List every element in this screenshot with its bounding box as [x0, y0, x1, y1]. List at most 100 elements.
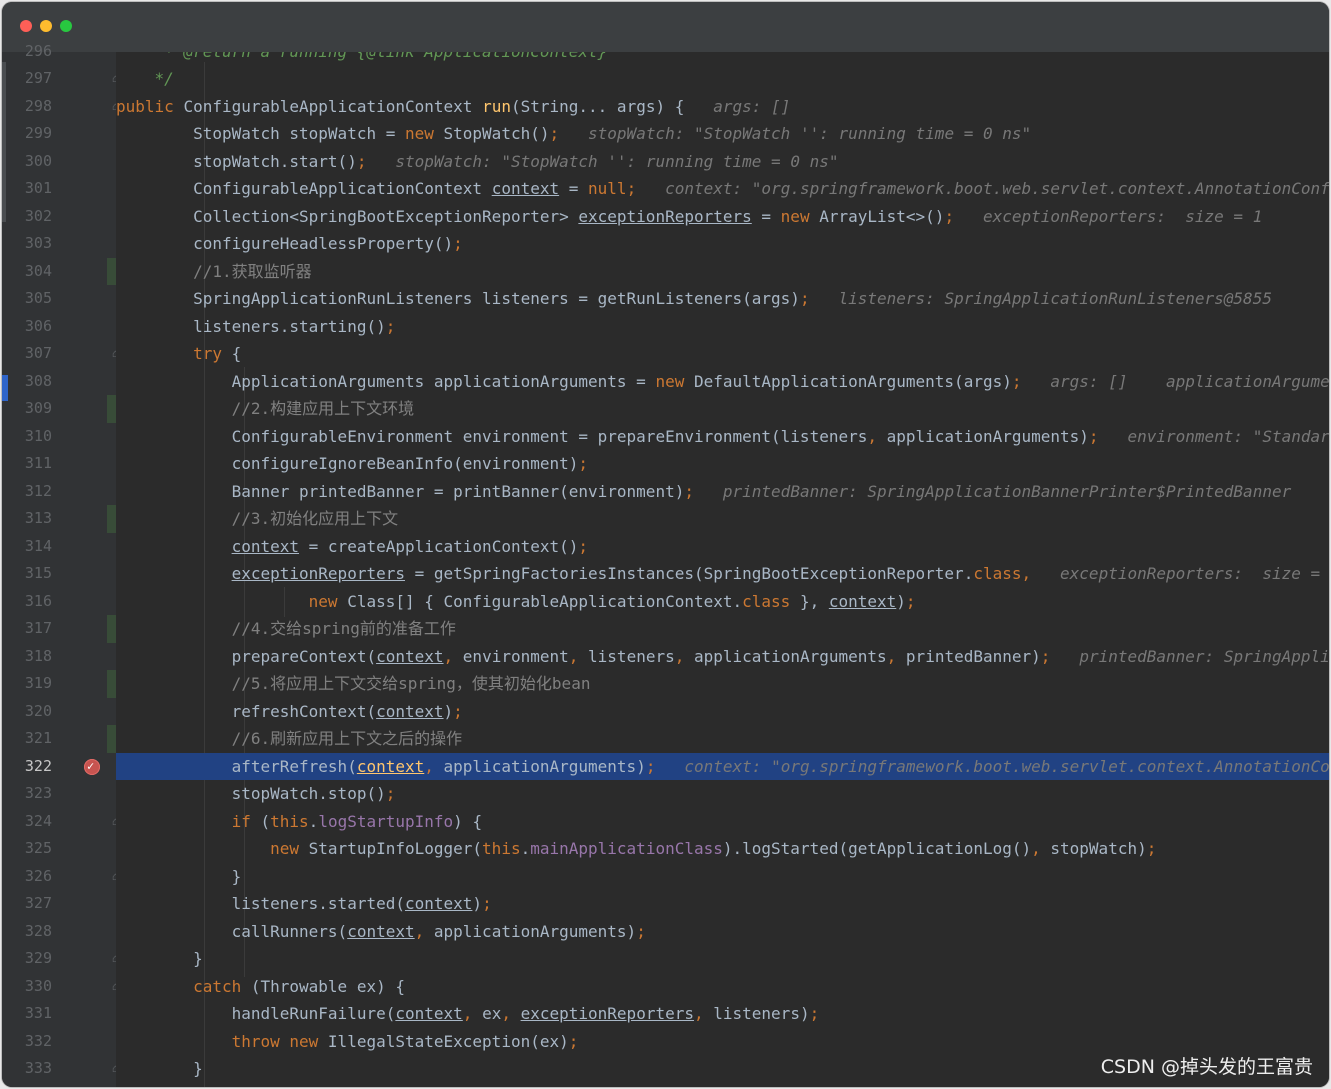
code-token: . — [308, 811, 319, 831]
code-line[interactable]: configureIgnoreBeanInfo(environment); — [116, 450, 1329, 478]
line-number: 297 — [24, 69, 52, 87]
code-line[interactable]: prepareContext(context, environment, lis… — [116, 643, 1329, 671]
code-line[interactable]: new Class[] { ConfigurableApplicationCon… — [116, 588, 1329, 616]
code-line[interactable]: new StartupInfoLogger(this.mainApplicati… — [116, 835, 1329, 863]
close-window-button[interactable] — [20, 20, 32, 32]
code-line[interactable]: callRunners(context, applicationArgument… — [116, 918, 1329, 946]
code-token: ) — [896, 591, 906, 611]
code-token: new — [289, 1031, 328, 1051]
code-token: printedBanner) — [905, 646, 1041, 666]
line-number: 319 — [24, 674, 52, 692]
code-token: mainApplicationClass — [530, 839, 723, 858]
code-line[interactable]: throw new IllegalStateException(ex); — [116, 1028, 1329, 1056]
code-token: class — [742, 591, 800, 611]
code-token: ; — [636, 921, 646, 941]
code-line[interactable]: exceptionReporters = getSpringFactoriesI… — [116, 560, 1329, 588]
code-line[interactable]: stopWatch.stop(); — [116, 780, 1329, 808]
code-token: Banner printedBanner = printBanner(envir… — [116, 481, 685, 501]
code-token: new — [270, 839, 309, 858]
code-token: , — [867, 426, 887, 446]
code-line[interactable]: handleRunFailure(context, ex, exceptionR… — [116, 1000, 1329, 1028]
code-line[interactable]: //5.将应用上下文交给spring，使其初始化bean — [116, 670, 1329, 698]
code-token: ) — [472, 894, 483, 913]
code-line[interactable]: if (this.logStartupInfo) { — [116, 808, 1329, 836]
code-token: public — [116, 96, 184, 116]
code-token: logStartupInfo — [318, 811, 454, 831]
code-token: context — [356, 756, 425, 776]
line-number: 303 — [24, 234, 52, 252]
code-token: context — [376, 701, 444, 721]
code-token: ; — [1040, 646, 1051, 666]
code-token: = — [751, 206, 781, 226]
code-line[interactable]: */ — [116, 65, 1329, 93]
code-token: ; — [626, 179, 637, 198]
code-line[interactable]: listeners.starting(); — [116, 313, 1329, 341]
code-token: , — [1031, 839, 1051, 858]
code-token: try — [193, 344, 232, 363]
code-token: //4.交给spring前的准备工作 — [116, 619, 456, 638]
code-token: (String... args) { — [510, 96, 685, 116]
line-number-gutter[interactable]: 296297⌂298⌂299300301302303304305306307⌂3… — [2, 42, 119, 1087]
code-line[interactable]: ApplicationArguments applicationArgument… — [116, 368, 1329, 396]
zoom-window-button[interactable] — [60, 20, 72, 32]
inline-debug-hint: stopWatch: "StopWatch '': running time =… — [559, 124, 1032, 143]
code-line[interactable]: configureHeadlessProperty(); — [116, 230, 1329, 258]
code-line[interactable]: listeners.started(context); — [116, 890, 1329, 918]
code-line[interactable]: Collection<SpringBootExceptionReporter> … — [116, 203, 1329, 231]
code-line[interactable]: catch (Throwable ex) { — [116, 973, 1329, 1001]
code-token: ; — [578, 454, 589, 473]
code-token: throw — [231, 1031, 290, 1051]
title-bar — [2, 2, 1329, 52]
code-line[interactable]: //1.获取监听器 — [116, 258, 1329, 286]
code-line[interactable]: try { — [116, 340, 1329, 368]
code-token: exceptionReporters — [231, 564, 405, 583]
code-line[interactable]: //4.交给spring前的准备工作 — [116, 615, 1329, 643]
line-number: 328 — [24, 921, 52, 940]
code-token: applicationArguments) — [433, 921, 637, 941]
code-line[interactable]: refreshContext(context); — [116, 698, 1329, 726]
code-line[interactable]: public ConfigurableApplicationContext ru… — [116, 93, 1329, 121]
breakpoint-icon[interactable]: ✓ — [84, 758, 100, 775]
code-token: , — [443, 646, 463, 666]
code-line[interactable]: ConfigurableEnvironment environment = pr… — [116, 423, 1329, 451]
code-line[interactable]: //2.构建应用上下文环境 — [116, 395, 1329, 423]
code-line-partial[interactable]: * @return a running {@link ApplicationCo… — [116, 52, 1329, 65]
code-token: ex — [482, 1004, 502, 1023]
code-line[interactable]: context = createApplicationContext(); — [116, 533, 1329, 561]
line-number: 325 — [24, 839, 52, 857]
code-token: //6.刷新应用上下文之后的操作 — [116, 729, 463, 748]
line-number: 321 — [24, 729, 52, 747]
inline-debug-hint: exceptionReporters: size = 1 — [954, 206, 1263, 226]
code-line[interactable]: StopWatch stopWatch = new StopWatch(); s… — [116, 120, 1329, 148]
code-token: * @return a running {@link ApplicationCo… — [116, 52, 607, 61]
code-token: (Throwable ex) { — [250, 976, 405, 996]
code-token: ; — [482, 894, 492, 913]
code-line[interactable]: } — [116, 863, 1329, 891]
code-token: , — [462, 1004, 483, 1023]
code-token: = createApplicationContext() — [299, 536, 579, 556]
code-line-current[interactable]: afterRefresh(context, applicationArgumen… — [116, 752, 1329, 780]
line-number: 317 — [24, 619, 52, 637]
code-token: ; — [944, 206, 955, 226]
code-token: DefaultApplicationArguments(args) — [693, 371, 1012, 391]
code-editor[interactable]: * @return a running {@link ApplicationCo… — [116, 52, 1329, 1087]
code-line[interactable]: } — [116, 945, 1329, 973]
code-line[interactable]: //6.刷新应用上下文之后的操作 — [116, 725, 1329, 753]
inline-debug-hint: exceptionReporters: size = 1 — [1040, 564, 1329, 583]
code-token: ; — [385, 316, 396, 336]
code-token: } — [116, 866, 242, 886]
code-token: context — [231, 536, 300, 556]
code-token: context — [828, 591, 897, 611]
code-line[interactable]: ConfigurableApplicationContext context =… — [116, 175, 1329, 203]
code-token: ConfigurableEnvironment environment = pr… — [116, 426, 868, 446]
code-token: }, — [799, 591, 829, 611]
code-token: ; — [568, 1031, 579, 1051]
code-line[interactable]: Banner printedBanner = printBanner(envir… — [116, 478, 1329, 506]
code-line[interactable]: SpringApplicationRunListeners listeners … — [116, 285, 1329, 313]
code-line[interactable]: //3.初始化应用上下文 — [116, 505, 1329, 533]
minimize-window-button[interactable] — [40, 20, 52, 32]
code-line[interactable]: stopWatch.start(); stopWatch: "StopWatch… — [116, 148, 1329, 176]
code-token: listeners.starting() — [116, 316, 386, 336]
code-token: if — [231, 811, 261, 831]
line-number: 316 — [24, 591, 52, 610]
